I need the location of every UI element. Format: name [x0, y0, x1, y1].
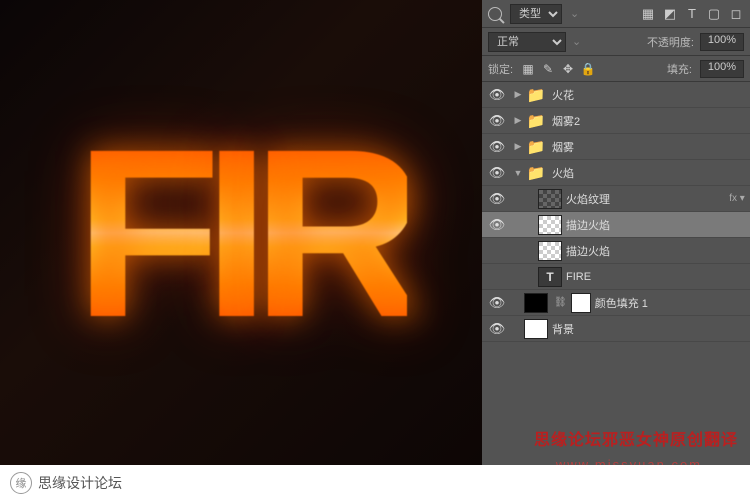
layer-name[interactable]: 火焰纹理 [566, 191, 724, 207]
folder-icon: 📁 [524, 137, 548, 157]
folder-icon: 📁 [524, 163, 548, 183]
visibility-toggle[interactable]: 👁 [482, 321, 512, 337]
filter-adjust-icon[interactable]: ◩ [662, 6, 678, 22]
page-footer: 缘 思缘设计论坛 [0, 465, 750, 500]
visibility-toggle[interactable]: 👁 [482, 165, 512, 181]
canvas-area[interactable]: FIR [0, 0, 482, 465]
layer-row[interactable]: 👁 ⛓ 颜色填充 1 [482, 290, 750, 316]
folder-icon: 📁 [524, 111, 548, 131]
filter-type-icon[interactable]: T [684, 6, 700, 22]
layer-row[interactable]: 👁 描边火焰 [482, 212, 750, 238]
filter-bar: 类型 ⌄ ▦ ◩ T ▢ ◻ [482, 0, 750, 28]
footer-logo-icon: 缘 [10, 472, 32, 494]
layer-thumbnail[interactable]: T [538, 267, 562, 287]
lock-row: 锁定: ▦ ✎ ✥ 🔒 填充: 100% [482, 56, 750, 82]
layer-row[interactable]: 👁 火焰纹理fx ▾ [482, 186, 750, 212]
visibility-toggle[interactable]: 👁 [482, 191, 512, 207]
filter-type-select[interactable]: 类型 [510, 4, 562, 24]
group-toggle[interactable]: ▶ [512, 115, 524, 126]
filter-pixel-icon[interactable]: ▦ [640, 6, 656, 22]
blend-mode-select[interactable]: 正常 [488, 32, 566, 52]
visibility-toggle[interactable]: 👁 [482, 87, 512, 103]
layer-row[interactable]: 👁▶📁烟雾2 [482, 108, 750, 134]
opacity-label: 不透明度: [647, 34, 694, 50]
layer-name[interactable]: 描边火焰 [566, 217, 750, 233]
layer-thumbnail[interactable] [538, 241, 562, 261]
layer-name[interactable]: 火花 [552, 87, 750, 103]
visibility-toggle[interactable]: 👁 [482, 139, 512, 155]
footer-text: 思缘设计论坛 [38, 473, 122, 493]
layer-name[interactable]: FIRE [566, 271, 750, 283]
layer-row[interactable]: 描边火焰 [482, 238, 750, 264]
layer-row[interactable]: 👁▶📁火花 [482, 82, 750, 108]
watermark-text-1: 思缘论坛邪恶女神原创翻译 [534, 426, 738, 450]
group-toggle[interactable]: ▶ [512, 89, 524, 100]
layer-name[interactable]: 烟雾2 [552, 113, 750, 129]
layer-name[interactable]: 颜色填充 1 [595, 295, 750, 311]
layer-thumbnail[interactable] [524, 319, 548, 339]
fire-text: FIR [75, 95, 408, 371]
lock-position-icon[interactable]: ✥ [561, 62, 575, 76]
group-toggle[interactable]: ▶ [512, 141, 524, 152]
lock-label: 锁定: [488, 61, 513, 77]
layer-mask[interactable] [571, 293, 591, 313]
search-icon[interactable] [488, 7, 502, 21]
fx-indicator[interactable]: fx ▾ [724, 193, 750, 204]
fill-value[interactable]: 100% [700, 60, 744, 78]
layer-row[interactable]: 👁 背景 [482, 316, 750, 342]
layer-name[interactable]: 火焰 [552, 165, 750, 181]
filter-icons: ▦ ◩ T ▢ ◻ [640, 6, 744, 22]
fill-label: 填充: [667, 61, 692, 77]
filter-smart-icon[interactable]: ◻ [728, 6, 744, 22]
layer-row[interactable]: T FIRE [482, 264, 750, 290]
link-icon[interactable]: ⛓ [554, 297, 567, 308]
layer-row[interactable]: 👁▶📁烟雾 [482, 134, 750, 160]
layer-row[interactable]: 👁▼📁火焰 [482, 160, 750, 186]
opacity-value[interactable]: 100% [700, 33, 744, 51]
visibility-toggle[interactable]: 👁 [482, 113, 512, 129]
visibility-toggle[interactable]: 👁 [482, 217, 512, 233]
visibility-toggle[interactable]: 👁 [482, 295, 512, 311]
layer-name[interactable]: 描边火焰 [566, 243, 750, 259]
layers-list: 👁▶📁火花👁▶📁烟雾2👁▶📁烟雾👁▼📁火焰👁火焰纹理fx ▾👁描边火焰描边火焰T… [482, 82, 750, 465]
layers-panel: 类型 ⌄ ▦ ◩ T ▢ ◻ 正常 ⌄ 不透明度: 100% 锁定: ▦ ✎ ✥… [482, 0, 750, 465]
lock-pixels-icon[interactable]: ✎ [541, 62, 555, 76]
layer-name[interactable]: 烟雾 [552, 139, 750, 155]
layer-name[interactable]: 背景 [552, 321, 750, 337]
lock-transparency-icon[interactable]: ▦ [521, 62, 535, 76]
lock-all-icon[interactable]: 🔒 [581, 62, 595, 76]
layer-thumbnail[interactable] [524, 293, 548, 313]
group-toggle[interactable]: ▼ [512, 168, 524, 178]
layer-thumbnail[interactable] [538, 215, 562, 235]
blend-row: 正常 ⌄ 不透明度: 100% [482, 28, 750, 56]
filter-shape-icon[interactable]: ▢ [706, 6, 722, 22]
folder-icon: 📁 [524, 85, 548, 105]
layer-thumbnail[interactable] [538, 189, 562, 209]
